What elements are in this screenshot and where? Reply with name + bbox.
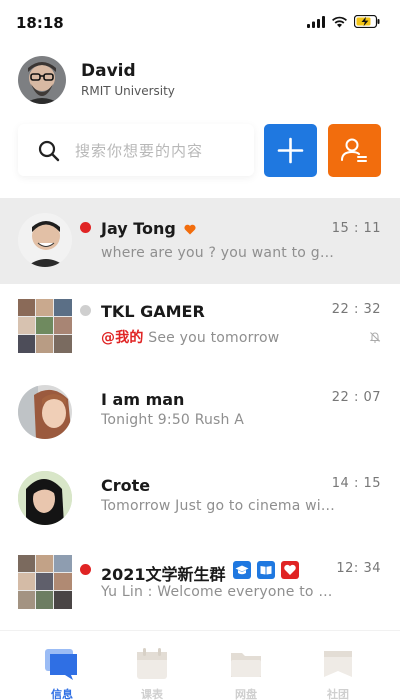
bell-muted-icon [369, 332, 381, 343]
avatar [18, 385, 72, 439]
tab-schedule[interactable]: 课表 [122, 641, 182, 700]
wifi-icon [332, 16, 347, 27]
group-badges [233, 561, 299, 579]
tab-label: 网盘 [235, 688, 257, 700]
status-icons [307, 15, 380, 28]
status-dot [80, 305, 91, 316]
chat-item-tkl-gamer[interactable]: TKL GAMER @我的 See you tomorrow 22 : 32 [0, 285, 400, 371]
chat-name: TKL GAMER [101, 302, 205, 321]
chat-time: 12: 34 [336, 561, 381, 576]
chat-name: 2021文学新生群 [101, 565, 226, 584]
avatar[interactable] [18, 56, 66, 104]
tab-label: 社团 [327, 688, 349, 700]
search-row: 搜索你想要的内容 [18, 124, 382, 178]
search-placeholder: 搜索你想要的内容 [75, 142, 204, 160]
heart-icon [184, 224, 196, 235]
chat-item-i-am-man[interactable]: I am man Tonight 9:50 Rush A 22 : 07 [0, 372, 400, 458]
book-badge-icon [257, 561, 275, 579]
avatar [18, 471, 72, 525]
chat-bubble-icon [45, 649, 77, 680]
tab-clubs[interactable]: 社团 [308, 641, 368, 700]
flag-icon [324, 651, 352, 677]
search-icon [38, 140, 60, 162]
group-avatar [18, 555, 72, 609]
plus-icon [277, 137, 304, 164]
graduation-cap-badge-icon [233, 561, 251, 579]
chat-item-jay-tong[interactable]: Jay Tong where are you ? you want to go … [0, 198, 400, 284]
group-avatar [18, 299, 72, 353]
search-input[interactable]: 搜索你想要的内容 [18, 124, 254, 176]
unread-dot [80, 564, 91, 575]
chat-name: I am man [101, 390, 185, 409]
chat-last-message: Tonight 9:50 Rush A [101, 412, 245, 428]
tab-label: 信息 [51, 688, 73, 700]
mention-tag: @我的 [101, 330, 144, 346]
contacts-button[interactable] [328, 124, 381, 177]
unread-dot [80, 222, 91, 233]
status-bar: 18:18 [0, 0, 400, 44]
chat-message-text: See you tomorrow [148, 330, 280, 346]
chat-last-message: @我的 See you tomorrow [101, 327, 279, 347]
chat-last-message: where are you ? you want to go p... [101, 245, 337, 261]
avatar [18, 213, 72, 267]
profile-organization: RMIT University [81, 84, 175, 98]
tab-label: 课表 [141, 688, 163, 700]
profile-name: David [81, 61, 136, 81]
heart-badge-icon [281, 561, 299, 579]
chat-last-message: Tomorrow Just go to cinema wi... [101, 498, 335, 514]
cellular-signal-icon [307, 15, 325, 28]
chat-time: 22 : 07 [331, 390, 381, 405]
add-button[interactable] [264, 124, 317, 177]
chat-name: Jay Tong [101, 219, 176, 238]
chat-time: 14 : 15 [331, 476, 381, 491]
contact-list-icon [341, 138, 367, 162]
chat-last-message: Yu Lin : Welcome everyone to t... [101, 584, 337, 600]
chat-item-crote[interactable]: Crote Tomorrow Just go to cinema wi... 1… [0, 458, 400, 544]
chat-name: Crote [101, 476, 151, 495]
chat-time: 22 : 32 [331, 302, 381, 317]
tab-messages[interactable]: 信息 [32, 641, 92, 700]
tab-cloud-drive[interactable]: 网盘 [216, 641, 276, 700]
calendar-icon [137, 648, 167, 679]
bottom-tab-bar: 信息 课表 网盘 社团 [0, 630, 400, 700]
profile-header[interactable]: David RMIT University [18, 56, 318, 106]
chat-item-literature-group[interactable]: 2021文学新生群 Yu Lin : Welcome everyone to t… [0, 544, 400, 630]
battery-charging-icon [354, 15, 380, 28]
folder-icon [231, 653, 261, 677]
status-time: 18:18 [16, 14, 64, 32]
chat-time: 15 : 11 [331, 221, 381, 236]
